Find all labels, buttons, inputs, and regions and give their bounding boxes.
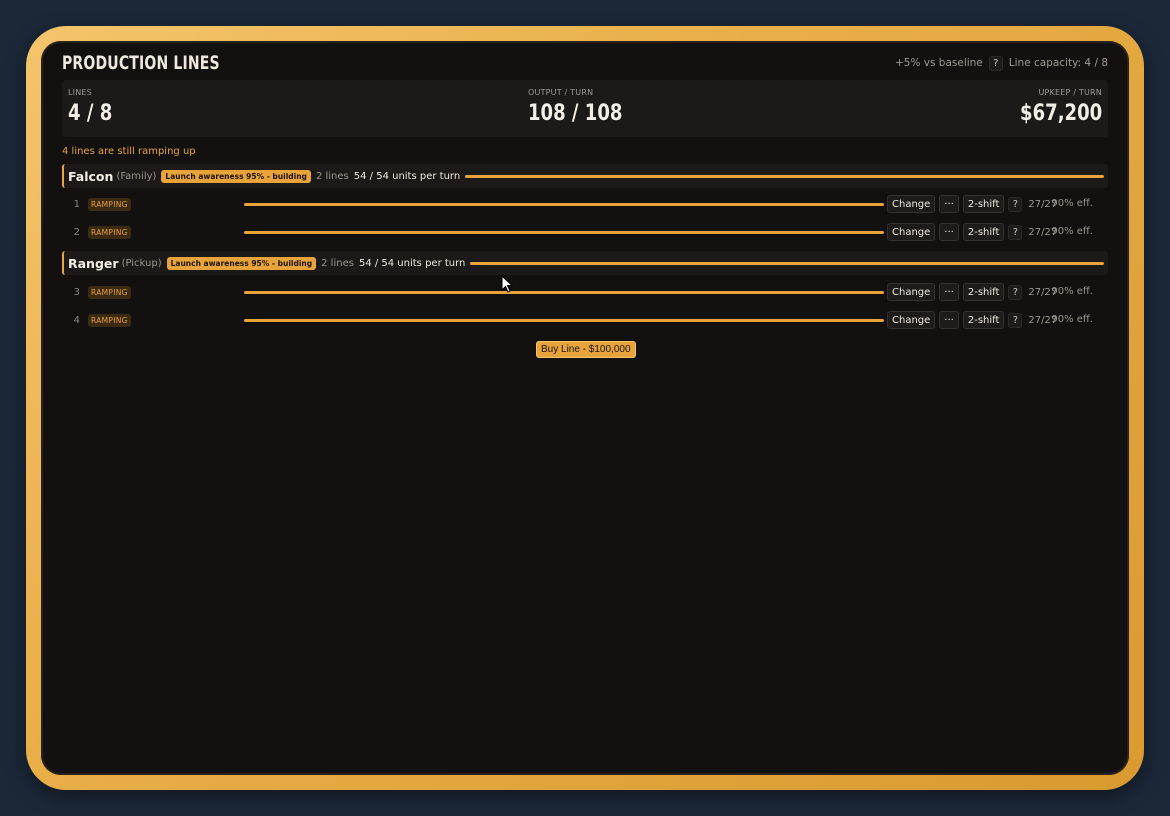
- line-controls: Change ··· 2-shift ? 27/27: [887, 223, 1057, 241]
- mouse-cursor-icon: [501, 275, 514, 293]
- efficiency-text: 90% eff.: [1051, 314, 1093, 325]
- shift-button[interactable]: 2-shift: [962, 311, 1005, 329]
- help-button[interactable]: ?: [1008, 196, 1023, 212]
- status-badge: RAMPING: [88, 313, 131, 327]
- line-controls: Change ··· 2-shift ? 27/27: [887, 195, 1057, 213]
- stat-lines: LINES 4 / 8: [68, 88, 122, 126]
- line-progress-bar: [244, 203, 884, 206]
- lines-count: 2 lines: [321, 257, 354, 269]
- stat-upkeep: UPKEEP / TURN $67,200: [1002, 88, 1102, 126]
- status-badge: RAMPING: [88, 285, 131, 299]
- group-header-falcon[interactable]: Falcon (Family) Launch awareness 95% - b…: [62, 164, 1108, 188]
- line-row: 1 RAMPING Change ··· 2-shift ? 27/27 90%…: [62, 193, 1108, 215]
- more-button[interactable]: ···: [939, 283, 959, 301]
- awareness-badge: Launch awareness 95% - building: [166, 256, 317, 270]
- panel-header: PRODUCTION LINES +5% vs baseline ? Line …: [62, 50, 1108, 76]
- line-number: 1: [73, 198, 80, 210]
- line-progress-bar: [244, 231, 884, 234]
- stat-output-label: OUTPUT / TURN: [528, 88, 594, 97]
- shift-button[interactable]: 2-shift: [962, 223, 1005, 241]
- page-title: PRODUCTION LINES: [62, 52, 220, 74]
- header-info: +5% vs baseline ? Line capacity: 4 / 8: [894, 55, 1108, 71]
- stat-upkeep-label: UPKEEP / TURN: [1038, 88, 1102, 97]
- model-name: Falcon: [68, 168, 114, 184]
- more-button[interactable]: ···: [939, 223, 959, 241]
- device-frame: PRODUCTION LINES +5% vs baseline ? Line …: [26, 26, 1144, 790]
- change-button[interactable]: Change: [887, 195, 936, 213]
- line-number: 2: [73, 226, 80, 238]
- line-row: 2 RAMPING Change ··· 2-shift ? 27/27 90%…: [62, 221, 1108, 243]
- stat-lines-label: LINES: [68, 88, 92, 97]
- group-progress-bar: [470, 261, 1104, 265]
- change-button[interactable]: Change: [887, 223, 936, 241]
- change-button[interactable]: Change: [887, 311, 936, 329]
- line-row: 3 RAMPING Change ··· 2-shift ? 27/27 90%…: [62, 281, 1108, 303]
- stat-upkeep-value: $67,200: [1019, 101, 1102, 126]
- stat-output: OUTPUT / TURN 108 / 108: [528, 88, 643, 126]
- more-button[interactable]: ···: [939, 311, 959, 329]
- status-badge: RAMPING: [88, 197, 131, 211]
- baseline-text: +5% vs baseline: [894, 57, 983, 69]
- efficiency-text: 90% eff.: [1051, 286, 1093, 297]
- group-header-ranger[interactable]: Ranger (Pickup) Launch awareness 95% - b…: [62, 251, 1108, 275]
- line-capacity-text: Line capacity: 4 / 8: [1008, 57, 1108, 69]
- awareness-badge: Launch awareness 95% - building: [161, 169, 311, 183]
- stat-output-value: 108 / 108: [528, 101, 623, 126]
- model-name: Ranger: [68, 255, 119, 271]
- shift-button[interactable]: 2-shift: [962, 283, 1005, 301]
- help-button[interactable]: ?: [1008, 224, 1023, 240]
- help-button[interactable]: ?: [1008, 312, 1023, 328]
- help-button[interactable]: ?: [988, 55, 1003, 71]
- more-button[interactable]: ···: [939, 195, 959, 213]
- group-progress-bar: [465, 174, 1104, 178]
- shift-button[interactable]: 2-shift: [962, 195, 1005, 213]
- stats-bar: LINES 4 / 8 OUTPUT / TURN 108 / 108 UPKE…: [62, 80, 1108, 137]
- line-controls: Change ··· 2-shift ? 27/27: [887, 283, 1057, 301]
- lines-count: 2 lines: [315, 170, 349, 182]
- change-button[interactable]: Change: [887, 283, 936, 301]
- line-row: 4 RAMPING Change ··· 2-shift ? 27/27 90%…: [62, 309, 1108, 331]
- status-badge: RAMPING: [88, 225, 131, 239]
- game-screen: PRODUCTION LINES +5% vs baseline ? Line …: [41, 41, 1129, 775]
- line-number: 3: [73, 286, 80, 298]
- units-per-turn: 54 / 54 units per turn: [358, 257, 466, 269]
- units-per-turn: 54 / 54 units per turn: [353, 170, 461, 182]
- ramping-warning: 4 lines are still ramping up: [62, 146, 196, 157]
- help-button[interactable]: ?: [1008, 284, 1023, 300]
- line-controls: Change ··· 2-shift ? 27/27: [887, 311, 1057, 329]
- line-progress-bar: [244, 319, 884, 322]
- line-number: 4: [73, 314, 80, 326]
- line-progress-bar: [244, 291, 884, 294]
- model-type: (Pickup): [121, 257, 162, 269]
- buy-line-button[interactable]: Buy Line - $100,000: [536, 341, 636, 358]
- efficiency-text: 90% eff.: [1051, 226, 1093, 237]
- model-type: (Family): [116, 170, 157, 182]
- stat-lines-value: 4 / 8: [68, 101, 113, 126]
- efficiency-text: 90% eff.: [1051, 198, 1093, 209]
